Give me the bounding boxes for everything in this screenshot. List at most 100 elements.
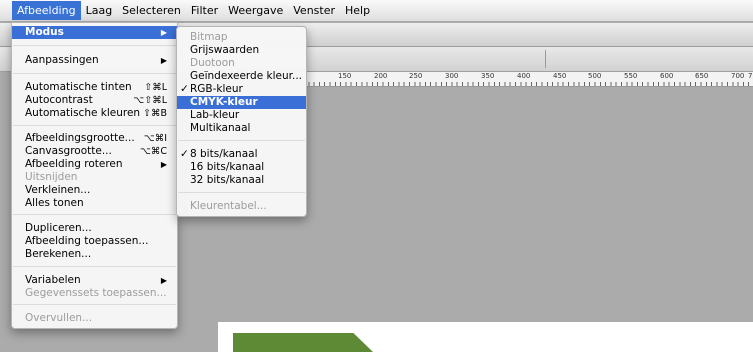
menu-item-label: Modus <box>25 26 64 38</box>
menu-item-shortcut: ⇧⌘L <box>144 82 167 93</box>
menu-item-aanpassingen[interactable]: Aanpassingen ▶ <box>12 54 177 67</box>
menu-item-dupliceren[interactable]: Dupliceren... <box>12 222 177 235</box>
menu-item-label: Geïndexeerde kleur... <box>190 70 302 82</box>
menu-item-label: 8 bits/kanaal <box>190 148 258 160</box>
menu-item-label: Automatische tinten <box>25 81 132 93</box>
menu-item-verkleinen[interactable]: Verkleinen... <box>12 184 177 197</box>
menu-item-label: Kleurentabel... <box>190 200 267 212</box>
submenu-arrow-icon: ▶ <box>160 160 167 169</box>
menu-item-label: Gegevenssets toepassen... <box>25 287 167 299</box>
menu-item-modus[interactable]: Modus ▶ <box>12 26 177 39</box>
ruler-label: 150 <box>338 72 352 80</box>
menu-venster[interactable]: Venster <box>288 1 340 20</box>
menu-separator <box>13 73 176 74</box>
menu-item-variabelen[interactable]: Variabelen ▶ <box>12 274 177 287</box>
menu-separator <box>13 125 176 126</box>
menu-item-afbeelding-toepassen[interactable]: Afbeelding toepassen... <box>12 235 177 248</box>
menu-separator <box>13 45 176 46</box>
menu-separator <box>178 140 305 141</box>
menu-item-uitsnijden: Uitsnijden <box>12 171 177 184</box>
menu-item-label: Canvasgrootte... <box>25 145 112 157</box>
options-divider <box>545 50 546 68</box>
ruler-label: 750 <box>748 72 753 80</box>
submenu-item-duotoon: Duotoon <box>177 57 306 70</box>
menu-laag[interactable]: Laag <box>81 1 118 20</box>
submenu-arrow-icon: ▶ <box>160 28 167 37</box>
menu-item-label: Variabelen <box>25 274 81 286</box>
menu-item-label: Alles tonen <box>25 197 84 209</box>
submenu-item-8-bits[interactable]: ✓ 8 bits/kanaal <box>177 148 306 161</box>
submenu-item-rgb-kleur[interactable]: ✓ RGB-kleur <box>177 83 306 96</box>
menu-item-label: Grijswaarden <box>190 44 260 56</box>
menu-item-label: RGB-kleur <box>190 83 243 95</box>
ruler-label: 700 <box>731 72 745 80</box>
menu-afbeelding[interactable]: Afbeelding <box>12 1 81 20</box>
menu-item-shortcut: ⌥⌘I <box>143 133 167 144</box>
menu-item-label: Uitsnijden <box>25 171 78 183</box>
menu-item-shortcut: ⌥⌘C <box>139 146 167 157</box>
ruler-label: 300 <box>445 72 459 80</box>
ruler-label: 450 <box>553 72 567 80</box>
menu-item-label: Automatische kleuren <box>25 107 141 119</box>
menu-separator <box>13 304 176 305</box>
menu-item-label: Afbeelding roteren <box>25 158 123 170</box>
menu-help[interactable]: Help <box>340 1 375 20</box>
submenu-item-cmyk-kleur[interactable]: CMYK-kleur <box>177 96 306 109</box>
canvas-green-shape <box>233 333 373 352</box>
menu-item-label: Lab-kleur <box>190 109 240 121</box>
menu-selecteren[interactable]: Selecteren <box>117 1 186 20</box>
ruler-ticks <box>303 82 753 86</box>
menu-item-afbeeldingsgrootte[interactable]: Afbeeldingsgrootte... ⌥⌘I <box>12 132 177 145</box>
menu-separator <box>13 266 176 267</box>
submenu-item-32-bits[interactable]: 32 bits/kanaal <box>177 174 306 187</box>
checkmark-icon: ✓ <box>180 83 189 95</box>
menu-item-automatische-tinten[interactable]: Automatische tinten ⇧⌘L <box>12 81 177 94</box>
ruler-label: 650 <box>695 72 709 80</box>
menu-item-afbeelding-roteren[interactable]: Afbeelding roteren ▶ <box>12 158 177 171</box>
menu-item-label: Berekenen... <box>25 248 92 260</box>
menu-item-autocontrast[interactable]: Autocontrast ⌥⇧⌘L <box>12 94 177 107</box>
submenu-item-16-bits[interactable]: 16 bits/kanaal <box>177 161 306 174</box>
menu-item-label: Duotoon <box>190 57 235 69</box>
ruler-label: 200 <box>374 72 388 80</box>
ruler-label: 350 <box>481 72 495 80</box>
menu-item-label: Afbeelding toepassen... <box>25 235 149 247</box>
ruler-label: 250 <box>409 72 423 80</box>
menu-item-label: 32 bits/kanaal <box>190 174 265 186</box>
submenu-item-kleurentabel: Kleurentabel... <box>177 200 306 213</box>
submenu-item-bitmap: Bitmap <box>177 31 306 44</box>
ruler-label: 400 <box>517 72 531 80</box>
menu-item-canvasgrootte[interactable]: Canvasgrootte... ⌥⌘C <box>12 145 177 158</box>
ruler-label: 500 <box>588 72 602 80</box>
menu-separator <box>178 192 305 193</box>
image-menu: Modus ▶ Aanpassingen ▶ Automatische tint… <box>11 22 178 329</box>
submenu-item-lab-kleur[interactable]: Lab-kleur <box>177 109 306 122</box>
menu-item-alles-tonen[interactable]: Alles tonen <box>12 197 177 210</box>
menu-item-label: Autocontrast <box>25 94 93 106</box>
menu-item-label: Aanpassingen <box>25 54 99 66</box>
submenu-item-grijswaarden[interactable]: Grijswaarden <box>177 44 306 57</box>
menu-bar: Afbeelding Laag Selecteren Filter Weerga… <box>0 0 753 22</box>
menu-item-label: Verkleinen... <box>25 184 91 196</box>
menu-item-label: Multikanaal <box>190 122 251 134</box>
menu-item-label: Overvullen... <box>25 312 93 324</box>
submenu-item-multikanaal[interactable]: Multikanaal <box>177 122 306 135</box>
menu-weergave[interactable]: Weergave <box>223 1 288 20</box>
horizontal-ruler: 150 200 250 300 350 400 450 500 550 600 … <box>303 72 753 87</box>
menu-separator <box>13 214 176 215</box>
menu-filter[interactable]: Filter <box>186 1 223 20</box>
submenu-item-geindexeerde-kleur[interactable]: Geïndexeerde kleur... <box>177 70 306 83</box>
menu-item-label: Afbeeldingsgrootte... <box>25 132 135 144</box>
menu-item-overvullen: Overvullen... <box>12 312 177 325</box>
menu-item-label: Bitmap <box>190 31 228 43</box>
menu-item-label: Dupliceren... <box>25 222 92 234</box>
submenu-arrow-icon: ▶ <box>160 276 167 285</box>
menu-item-gegevenssets-toepassen: Gegevenssets toepassen... <box>12 287 177 300</box>
submenu-arrow-icon: ▶ <box>160 56 167 65</box>
mode-submenu: Bitmap Grijswaarden Duotoon Geïndexeerde… <box>176 26 307 217</box>
menu-item-shortcut: ⇧⌘B <box>143 108 167 119</box>
menu-item-berekenen[interactable]: Berekenen... <box>12 248 177 261</box>
menu-item-automatische-kleuren[interactable]: Automatische kleuren ⇧⌘B <box>12 107 177 120</box>
ruler-label: 550 <box>624 72 638 80</box>
menu-item-shortcut: ⌥⇧⌘L <box>133 95 167 106</box>
